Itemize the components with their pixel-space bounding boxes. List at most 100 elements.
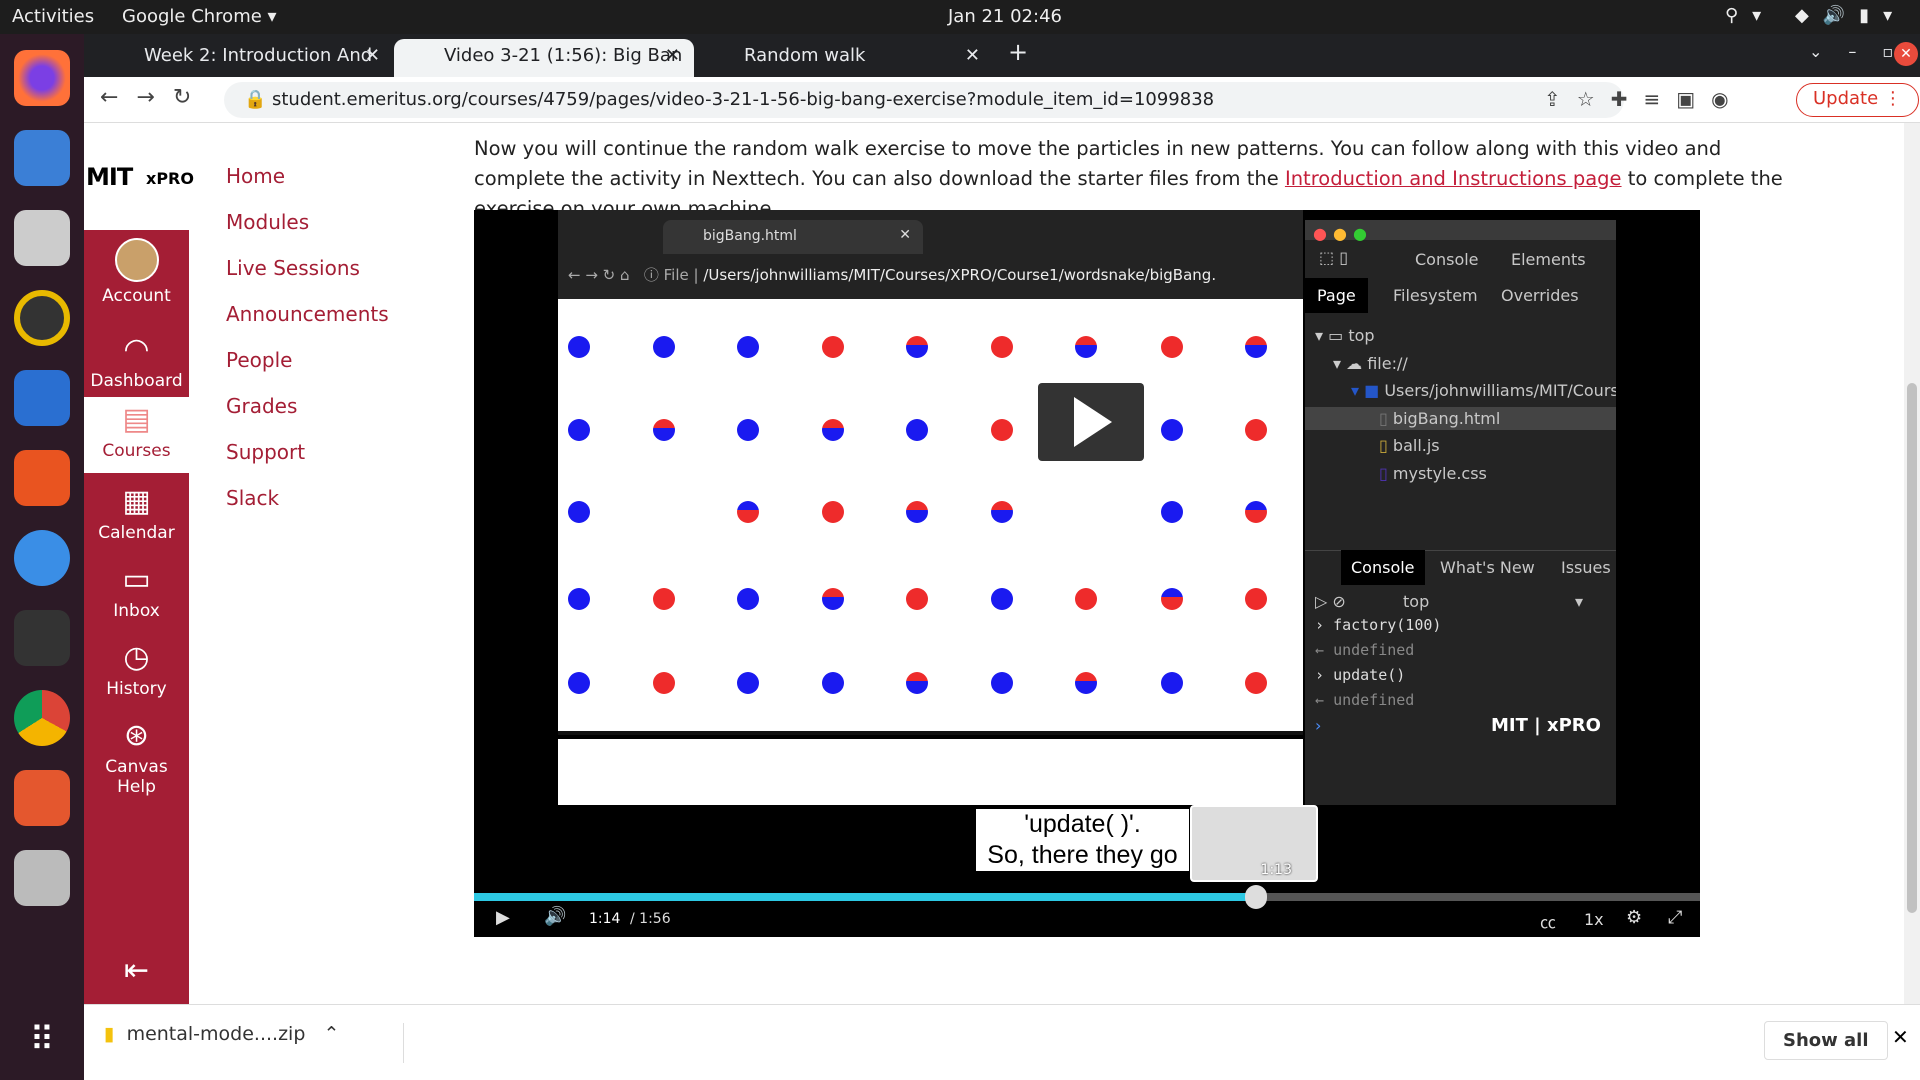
thunderbird-icon[interactable] [14, 130, 70, 186]
devtools-tab[interactable]: Elements [1511, 250, 1586, 269]
search-app-icon[interactable] [14, 850, 70, 906]
play-button[interactable]: ▶ [496, 907, 510, 928]
course-nav-home[interactable]: Home [226, 164, 285, 188]
toolbar-icons[interactable]: ⇪☆✚≡▣◉ [1544, 87, 1745, 111]
chrome-icon[interactable] [14, 690, 70, 746]
console-prompt[interactable]: › [1315, 716, 1321, 735]
inspect-icon[interactable]: ⬚ ▯ [1319, 248, 1348, 267]
inner-page-bottom [558, 739, 1303, 805]
fullscreen-icon[interactable]: ⤢ [1668, 907, 1682, 928]
collapse-nav-icon[interactable]: ⇤ [84, 953, 189, 988]
nav-dashboard[interactable]: ◠ Dashboard [84, 333, 189, 392]
show-all-button[interactable]: Show all [1764, 1021, 1888, 1060]
cc-icon[interactable]: ㏄ [1540, 909, 1556, 933]
nav-buttons[interactable]: ←→↻ [100, 85, 209, 110]
volume-icon[interactable]: 🔊 [544, 906, 566, 927]
seek-preview: 1:13 [1190, 805, 1318, 882]
tab-week2[interactable]: Week 2: Introduction And ✕ [94, 39, 394, 77]
close-tab-icon[interactable]: ✕ [365, 45, 380, 66]
nav-history[interactable]: ◷ History [84, 640, 189, 700]
duration: / 1:56 [630, 911, 671, 927]
xpro-watermark: MIT | xPRO [1491, 715, 1601, 736]
app-menu[interactable]: Google Chrome ▾ [122, 6, 277, 27]
sources-subtab[interactable]: Filesystem [1381, 278, 1490, 313]
particle [991, 672, 1013, 694]
instructions-link[interactable]: Introduction and Instructions page [1285, 167, 1622, 190]
nav-inbox[interactable]: ▭ Inbox [84, 563, 189, 622]
clock[interactable]: Jan 21 02:46 [948, 6, 1062, 27]
console-line: › update() [1315, 666, 1406, 684]
file-tree-item[interactable]: ▾ ■ Users/johnwilliams/MIT/Courses [1305, 379, 1616, 402]
drawer-tab[interactable]: Console [1341, 550, 1425, 585]
update-button[interactable]: Update ⋮ [1796, 83, 1919, 117]
url-input[interactable]: 🔒 student.emeritus.org/courses/4759/pages… [224, 82, 1624, 118]
tab-video[interactable]: Video 3-21 (1:56): Big Ban ✕ [394, 39, 694, 77]
clock-icon: ◷ [123, 640, 150, 675]
download-item[interactable]: ▮ mental-mode....zip ⌃ [104, 1023, 404, 1063]
rhythmbox-icon[interactable] [14, 290, 70, 346]
particle [991, 501, 1013, 523]
impress-icon[interactable] [14, 770, 70, 826]
file-tree-item[interactable]: ▾ ▭ top [1305, 324, 1616, 347]
sources-subtab[interactable]: Page [1305, 278, 1368, 313]
course-nav-slack[interactable]: Slack [226, 486, 279, 510]
close-tab-icon[interactable]: ✕ [665, 45, 680, 66]
lifebuoy-icon: ⊛ [123, 718, 150, 753]
file-tree-item[interactable]: ▯ ball.js [1305, 434, 1616, 457]
particle [822, 419, 844, 441]
particle [568, 588, 590, 610]
tab-label: Video 3-21 (1:56): Big Ban [444, 45, 683, 66]
tab-random-walk[interactable]: Random walk ✕ [694, 39, 994, 77]
nav-courses[interactable]: ▤ Courses [84, 397, 189, 473]
file-tree-item[interactable]: ▯ bigBang.html [1305, 407, 1616, 430]
devtools-tab[interactable]: Console [1415, 250, 1479, 269]
play-overlay-button[interactable] [1038, 383, 1144, 461]
course-nav-support[interactable]: Support [226, 440, 305, 464]
speed-button[interactable]: 1x [1584, 910, 1604, 929]
context-select[interactable]: top ▾ [1403, 592, 1583, 611]
course-nav-grades[interactable]: Grades [226, 394, 297, 418]
course-nav-modules[interactable]: Modules [226, 210, 309, 234]
drawer-tab[interactable]: What's New [1430, 550, 1545, 585]
writer-icon[interactable] [14, 370, 70, 426]
course-nav-people[interactable]: People [226, 348, 292, 372]
avatar [114, 238, 159, 282]
file-tree-item[interactable]: ▾ ☁ file:// [1305, 352, 1616, 375]
course-nav-announcements[interactable]: Announcements [226, 302, 389, 326]
seek-bar[interactable] [474, 885, 1700, 909]
tab-label: Random walk [744, 45, 866, 66]
played-progress [474, 893, 1257, 901]
drawer-tab[interactable]: Issues [1551, 550, 1616, 585]
nav-canvas-help[interactable]: ⊛ Canvas Help [84, 718, 189, 798]
software-icon[interactable] [14, 450, 70, 506]
help-icon[interactable] [14, 530, 70, 586]
new-tab-button[interactable]: + [1008, 38, 1028, 66]
file-tree-item[interactable]: ▯ mystyle.css [1305, 462, 1616, 485]
console-line: ← undefined [1315, 691, 1415, 709]
play-icon [1074, 397, 1112, 447]
settings-icon[interactable]: ⚙ [1626, 907, 1642, 928]
nav-calendar[interactable]: ▦ Calendar [84, 485, 189, 544]
close-download-bar-icon[interactable]: ✕ [1892, 1025, 1909, 1049]
inner-canvas [558, 299, 1303, 735]
terminal-icon[interactable] [14, 610, 70, 666]
sources-subtab[interactable]: Overrides [1489, 278, 1591, 313]
course-nav-live-sessions[interactable]: Live Sessions [226, 256, 360, 280]
status-icons[interactable]: ⚲▾ ◆🔊▮▾ [1725, 5, 1906, 26]
particle [1161, 419, 1183, 441]
tab-label: Week 2: Introduction And [144, 45, 373, 66]
console-toolbar-icons[interactable]: ▷ ⊘ [1315, 592, 1346, 611]
activities-button[interactable]: Activities [12, 6, 94, 27]
firefox-icon[interactable] [14, 50, 70, 106]
scrollbar-thumb[interactable] [1907, 383, 1917, 913]
app-grid-icon[interactable]: ⠿ [14, 1014, 70, 1070]
particle [1245, 336, 1267, 358]
nav-account[interactable]: Account [84, 238, 189, 306]
particle [906, 501, 928, 523]
video-player[interactable]: bigBang.html ✕ ← → ↻ ⌂ ⓘ File | /Users/jo… [474, 210, 1700, 937]
files-icon[interactable] [14, 210, 70, 266]
control-bar: ▶ 🔊 1:14 / 1:56 ㏄ 1x ⚙ ⤢ [474, 901, 1700, 937]
page-scrollbar[interactable] [1904, 123, 1920, 1004]
close-tab-icon[interactable]: ✕ [965, 45, 980, 66]
close-window-button[interactable]: ✕ [1894, 42, 1918, 66]
